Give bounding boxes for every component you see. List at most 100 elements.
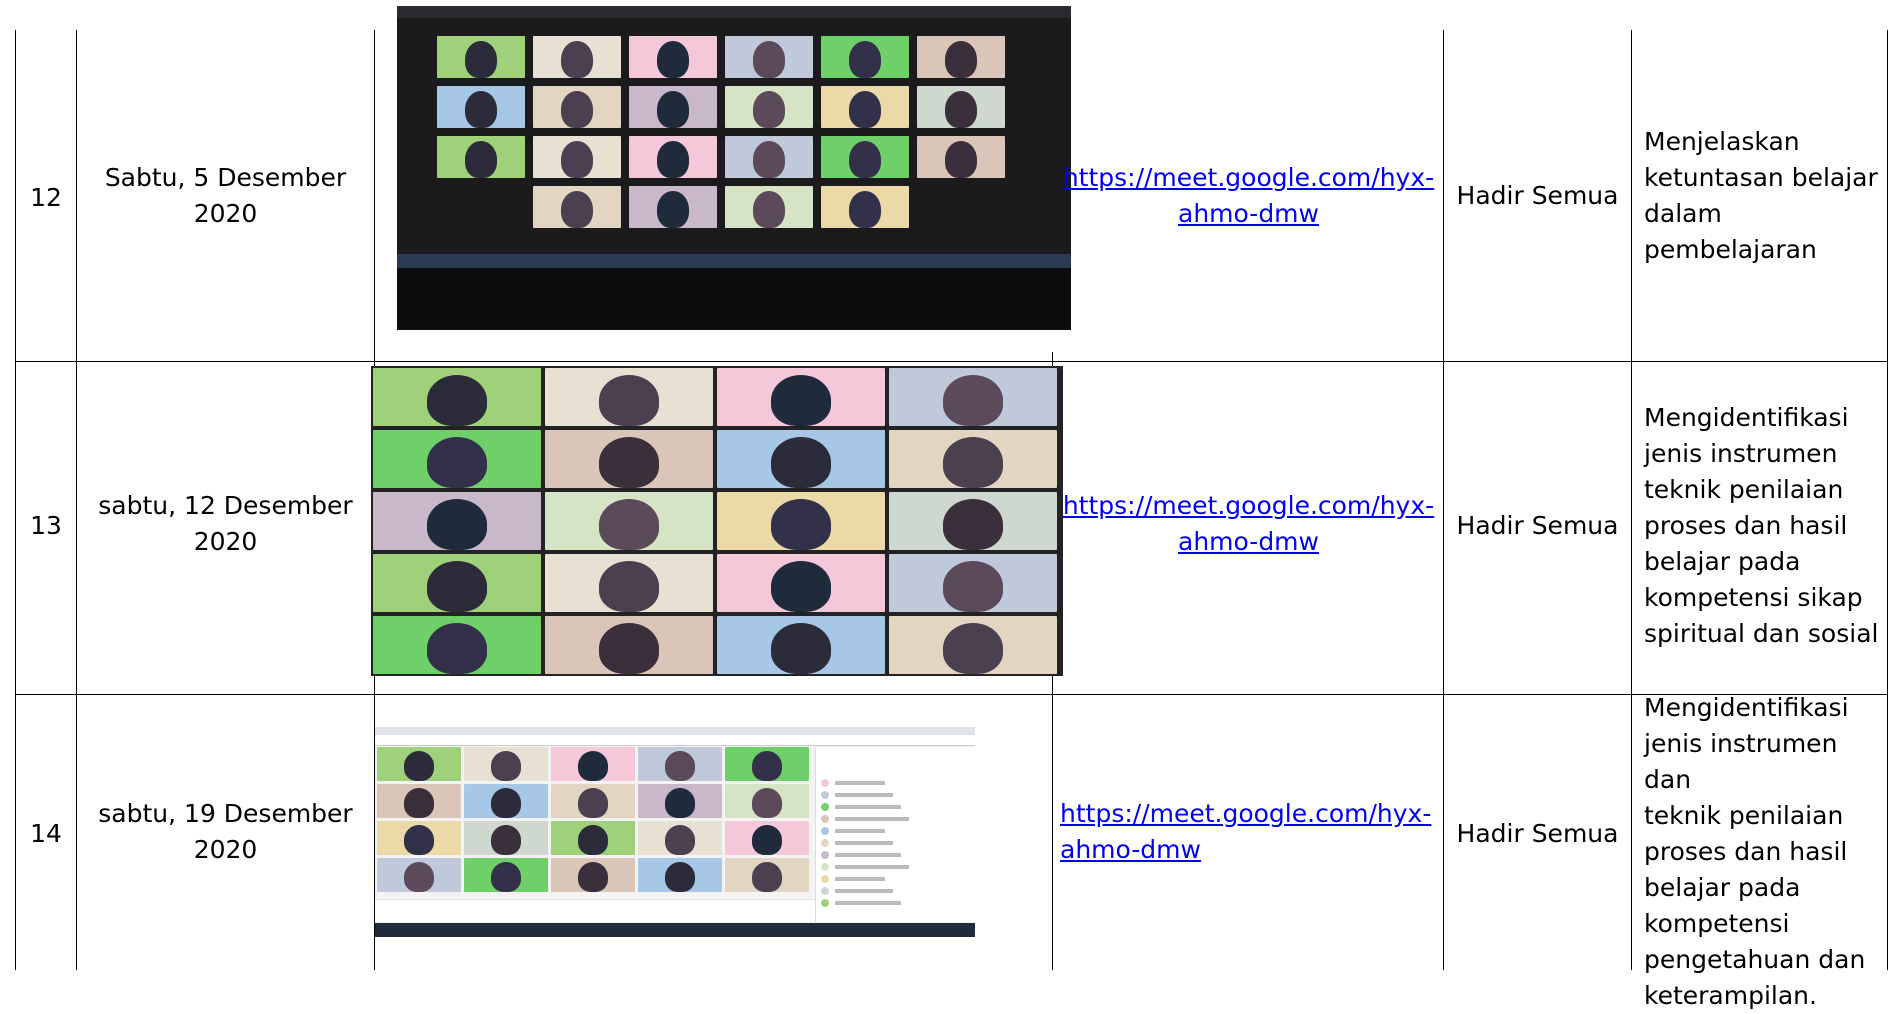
row-number: 12 — [30, 183, 62, 212]
participant-video-tile — [629, 136, 717, 178]
participant-video-tile — [638, 858, 722, 892]
date-year: 2020 — [193, 835, 258, 864]
meeting-screenshot — [397, 6, 1071, 330]
meet-link-line[interactable]: ahmo-dmw — [1054, 524, 1443, 560]
meet-link[interactable]: https://meet.google.com/hyx- ahmo-dmw — [1054, 160, 1443, 232]
participant-video-tile — [373, 430, 541, 488]
participant-video-tile — [464, 784, 548, 818]
participant-avatar — [490, 751, 522, 781]
participant-avatar — [770, 374, 832, 426]
participant-avatar — [561, 141, 593, 178]
meet-link-line[interactable]: https://meet.google.com/hyx- — [1054, 488, 1443, 524]
participant-avatar — [465, 41, 497, 78]
activity-line: keterampilan. — [1644, 981, 1817, 1010]
activity-description: Mengidentifikasi jenis instrumen teknik … — [1644, 400, 1884, 652]
participant-avatar — [577, 862, 609, 892]
meeting-controls-bar — [375, 899, 815, 922]
participant-avatar — [664, 825, 696, 855]
participant-avatar-icon — [821, 887, 829, 895]
activity-line: pengetahuan dan — [1644, 945, 1866, 974]
participant-avatar — [490, 825, 522, 855]
participant-video-tile — [373, 616, 541, 674]
participant-avatar — [751, 751, 783, 781]
row-number: 13 — [30, 511, 62, 540]
participant-video-tile — [464, 821, 548, 855]
participant-video-tile — [889, 554, 1057, 612]
participant-avatar — [942, 436, 1004, 488]
participant-avatar — [751, 862, 783, 892]
browser-address-bar — [375, 735, 975, 746]
participant-video-tile — [545, 554, 713, 612]
meet-link[interactable]: https://meet.google.com/hyx- ahmo-dmw — [1060, 796, 1443, 868]
participant-avatar — [403, 862, 435, 892]
activity-line: teknik penilaian — [1644, 801, 1844, 830]
activity-description: Menjelaskan ketuntasan belajar dalam pem… — [1644, 124, 1884, 268]
participant-avatar — [403, 751, 435, 781]
date-cell: sabtu, 12 Desember 2020 — [77, 488, 374, 560]
participant-video-tile — [377, 747, 461, 781]
participant-avatar — [751, 825, 783, 855]
participant-video-tile — [533, 36, 621, 78]
participant-avatar — [577, 788, 609, 818]
participant-avatar — [945, 91, 977, 128]
participant-avatar — [849, 91, 881, 128]
participant-avatar — [664, 751, 696, 781]
participant-avatar — [657, 141, 689, 178]
participant-avatar — [403, 825, 435, 855]
participant-avatar — [849, 191, 881, 228]
activity-description: Mengidentifikasi jenis instrumen dan tek… — [1644, 690, 1884, 1014]
participant-avatar — [664, 788, 696, 818]
activity-line: Mengidentifikasi — [1644, 693, 1849, 722]
participant-avatar — [657, 191, 689, 228]
participant-avatar — [770, 498, 832, 550]
participant-avatar-icon — [821, 839, 829, 847]
meet-link[interactable]: https://meet.google.com/hyx- ahmo-dmw — [1054, 488, 1443, 560]
participant-avatar — [770, 436, 832, 488]
participant-avatar-icon — [821, 863, 829, 871]
participant-list-item — [821, 863, 961, 871]
activity-line: jenis instrumen — [1644, 439, 1838, 468]
participant-video-tile — [889, 430, 1057, 488]
participant-video-tile — [437, 36, 525, 78]
participant-video-tile — [889, 492, 1057, 550]
participant-avatar — [490, 788, 522, 818]
participant-video-tile — [638, 747, 722, 781]
taskbar — [375, 923, 975, 937]
participant-avatar-icon — [821, 899, 829, 907]
participant-video-tile — [638, 821, 722, 855]
participant-avatar-icon — [821, 815, 829, 823]
participant-avatar-icon — [821, 851, 829, 859]
participant-video-tile — [917, 136, 1005, 178]
participant-video-tile — [725, 36, 813, 78]
meet-link-line[interactable]: https://meet.google.com/hyx- — [1060, 796, 1443, 832]
date-line: sabtu, 12 Desember — [98, 491, 353, 520]
meeting-screenshot — [371, 366, 1063, 676]
participant-list-item — [821, 887, 961, 895]
participant-video-tile — [821, 136, 909, 178]
participant-video-tile — [889, 368, 1057, 426]
date-line: sabtu, 19 Desember — [98, 799, 353, 828]
participant-video-tile — [545, 492, 713, 550]
participant-video-tile — [725, 186, 813, 228]
participant-list-item — [821, 839, 961, 847]
participant-avatar — [426, 622, 488, 674]
participant-name-placeholder — [835, 889, 893, 893]
participant-avatar — [426, 560, 488, 612]
meet-link-line[interactable]: ahmo-dmw — [1060, 832, 1443, 868]
participant-avatar-icon — [821, 875, 829, 883]
participant-avatar — [753, 191, 785, 228]
participant-avatar — [849, 141, 881, 178]
meet-link-line[interactable]: ahmo-dmw — [1054, 196, 1443, 232]
participant-video-tile — [545, 616, 713, 674]
participant-avatar — [426, 436, 488, 488]
browser-tab-bar — [375, 727, 975, 735]
participant-avatar — [465, 141, 497, 178]
participant-avatar — [403, 788, 435, 818]
meeting-screenshot — [375, 727, 975, 937]
participant-avatar-icon — [821, 791, 829, 799]
participant-video-tile — [725, 86, 813, 128]
meet-link-line[interactable]: https://meet.google.com/hyx- — [1054, 160, 1443, 196]
participant-video-tile — [629, 86, 717, 128]
participant-avatar — [657, 41, 689, 78]
participant-video-tile — [437, 86, 525, 128]
